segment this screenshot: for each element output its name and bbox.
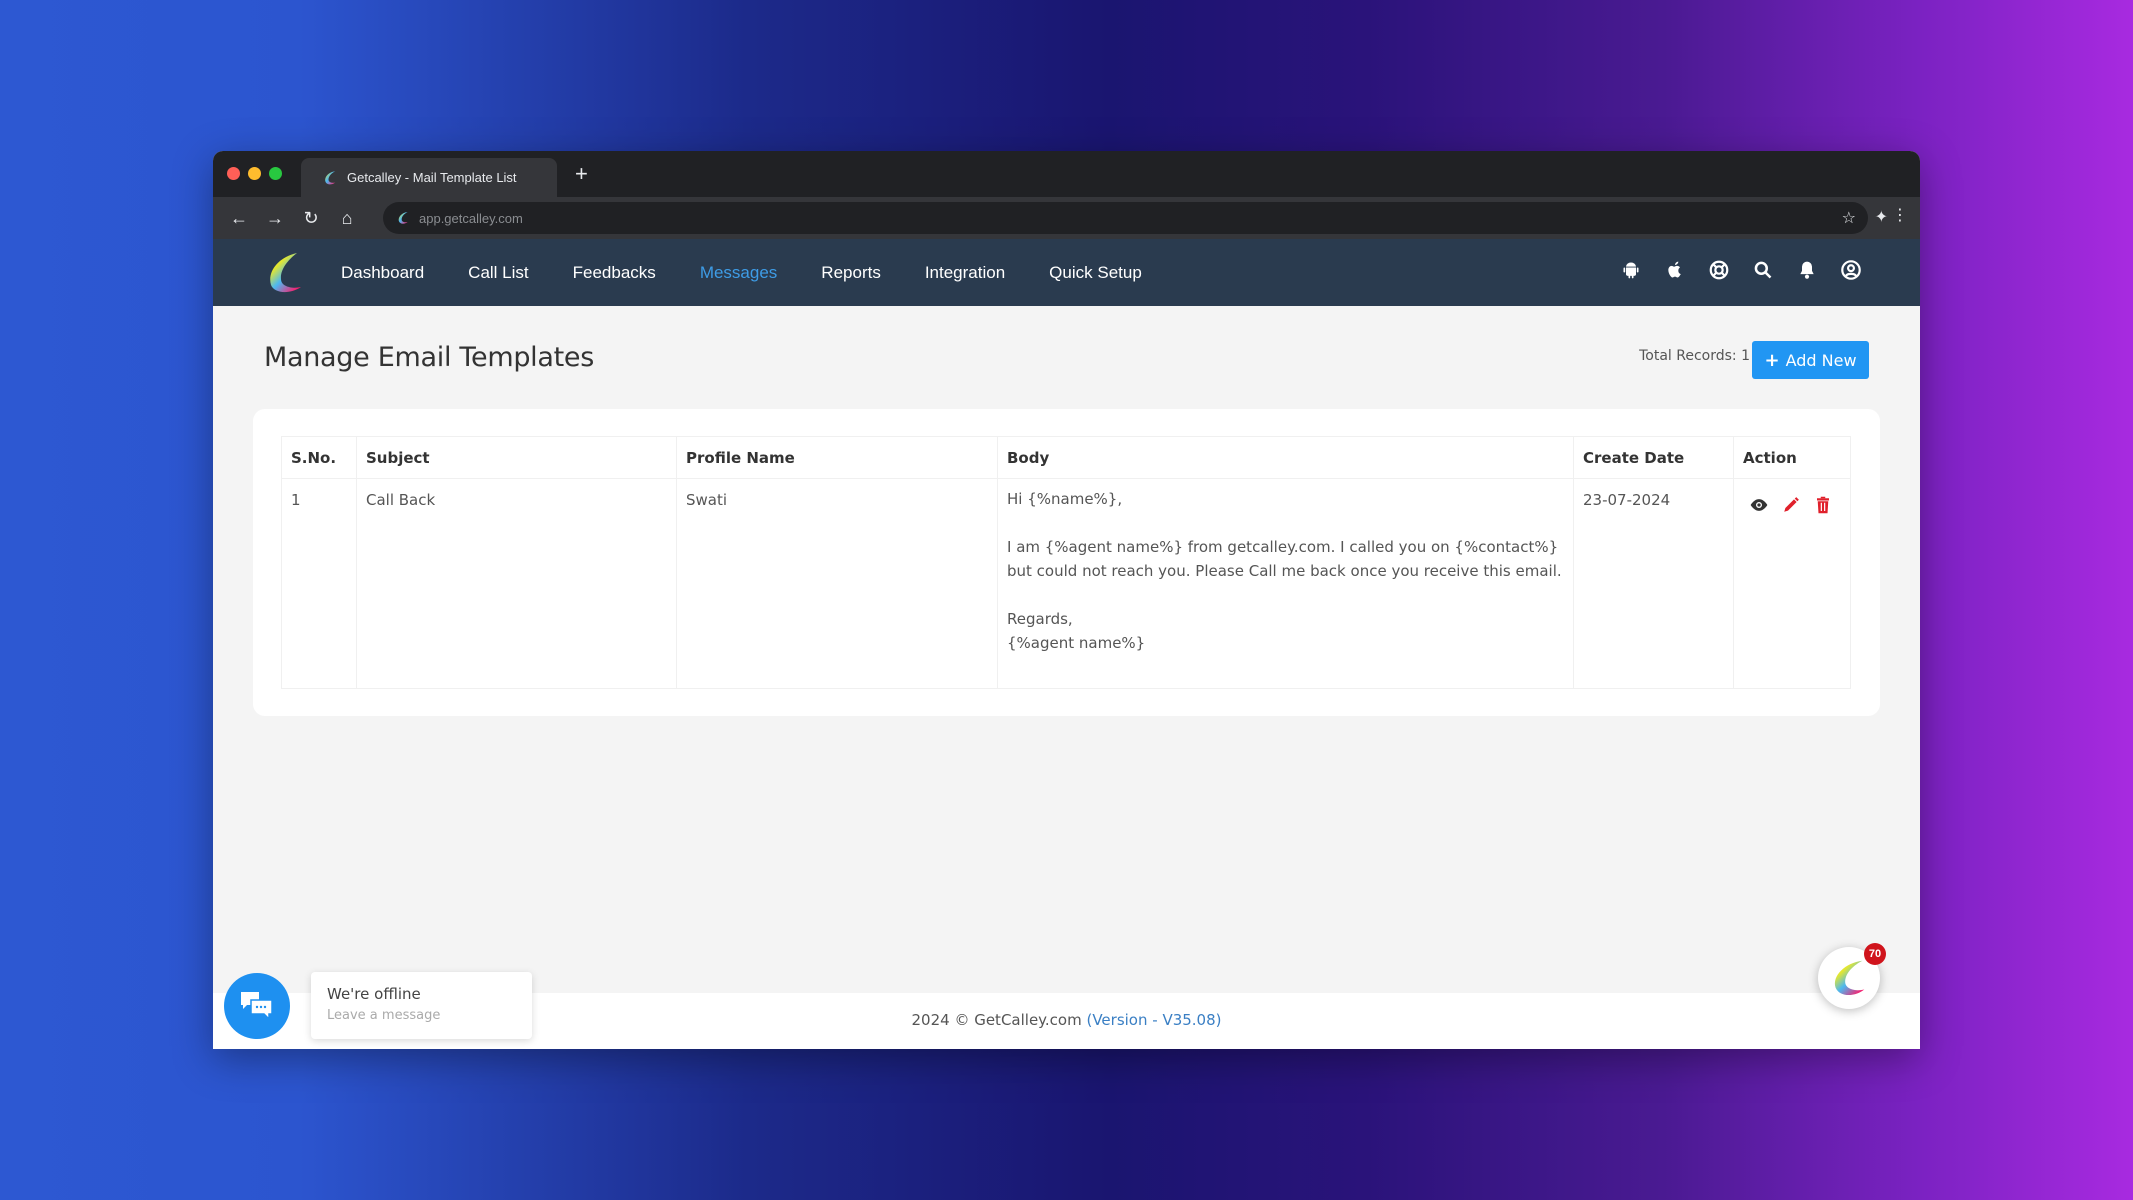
cell-body: Hi {%name%}, I am {%agent name%} from ge…: [997, 478, 1574, 689]
header-create-date: Create Date: [1573, 436, 1734, 479]
delete-icon[interactable]: [1813, 495, 1833, 515]
android-icon[interactable]: [1620, 259, 1642, 281]
chat-status-bubble[interactable]: We're offline Leave a message: [311, 972, 532, 1039]
cell-profile-name: Swati: [676, 478, 998, 689]
notification-badge: 70: [1864, 943, 1886, 965]
nav-dashboard[interactable]: Dashboard: [319, 263, 446, 283]
new-tab-button[interactable]: +: [575, 161, 588, 187]
search-icon[interactable]: [1752, 259, 1774, 281]
window-controls: [227, 167, 282, 180]
templates-card: S.No. Subject Profile Name Body Create D…: [253, 409, 1880, 716]
plus-icon: +: [1764, 349, 1780, 371]
home-icon[interactable]: ⌂: [329, 208, 365, 229]
forward-arrow-icon[interactable]: →: [257, 208, 293, 229]
url-input[interactable]: app.getcalley.com ☆: [383, 202, 1868, 234]
header-subject: Subject: [356, 436, 677, 479]
main-menu: Dashboard Call List Feedbacks Messages R…: [319, 263, 1164, 283]
maximize-window-button[interactable]: [269, 167, 282, 180]
cell-action: [1733, 478, 1851, 689]
add-new-button[interactable]: + Add New: [1752, 341, 1869, 379]
getcalley-logo-icon: [1834, 960, 1865, 996]
getcalley-logo-icon: [325, 170, 336, 184]
page-title: Manage Email Templates: [264, 342, 594, 373]
site-favicon-icon: [398, 212, 408, 224]
header-body: Body: [997, 436, 1574, 479]
table-header-row: S.No. Subject Profile Name Body Create D…: [281, 436, 1851, 479]
apple-icon[interactable]: [1664, 259, 1686, 281]
nav-messages[interactable]: Messages: [678, 263, 799, 283]
page-content: Manage Email Templates Total Records: 1 …: [213, 306, 1920, 1049]
nav-call-list[interactable]: Call List: [446, 263, 550, 283]
view-icon[interactable]: [1749, 495, 1769, 515]
header-sno: S.No.: [281, 436, 357, 479]
version-link[interactable]: (Version - V35.08): [1086, 1011, 1221, 1029]
chat-icon: [241, 992, 273, 1021]
star-icon[interactable]: ☆: [1842, 208, 1856, 228]
more-icon[interactable]: ⋮: [1892, 205, 1908, 225]
getcalley-logo-icon[interactable]: [261, 249, 309, 297]
header-action: Action: [1733, 436, 1851, 479]
nav-integration[interactable]: Integration: [903, 263, 1027, 283]
templates-table: S.No. Subject Profile Name Body Create D…: [281, 436, 1851, 689]
header-profile-name: Profile Name: [676, 436, 998, 479]
nav-feedbacks[interactable]: Feedbacks: [551, 263, 678, 283]
user-icon[interactable]: [1840, 259, 1862, 281]
chat-title: We're offline: [327, 985, 421, 1003]
bell-icon[interactable]: [1796, 259, 1818, 281]
url-text: app.getcalley.com: [419, 210, 523, 226]
extensions-icon[interactable]: ✦: [1875, 207, 1888, 227]
total-records: Total Records: 1: [1639, 348, 1750, 364]
table-row: 1 Call Back Swati Hi {%name%}, I am {%ag…: [281, 478, 1851, 689]
nav-reports[interactable]: Reports: [799, 263, 903, 283]
copyright-text: 2024 © GetCalley.com: [911, 1011, 1087, 1029]
cell-subject: Call Back: [356, 478, 677, 689]
minimize-window-button[interactable]: [248, 167, 261, 180]
floating-app-button[interactable]: 70: [1818, 943, 1886, 1009]
address-bar: ← → ↻ ⌂ app.getcalley.com ☆ ✦ ⋮: [213, 197, 1920, 239]
back-arrow-icon[interactable]: ←: [221, 208, 257, 229]
edit-icon[interactable]: [1781, 495, 1801, 515]
close-window-button[interactable]: [227, 167, 240, 180]
nav-quick-setup[interactable]: Quick Setup: [1027, 263, 1164, 283]
app-navbar: Dashboard Call List Feedbacks Messages R…: [213, 239, 1920, 306]
chat-subtitle: Leave a message: [327, 1008, 441, 1023]
browser-window: Getcalley - Mail Template List + ← → ↻ ⌂…: [213, 151, 1920, 1049]
tab-title: Getcalley - Mail Template List: [347, 170, 517, 185]
chat-widget-button[interactable]: [224, 973, 290, 1039]
add-new-label: Add New: [1785, 350, 1857, 370]
reload-icon[interactable]: ↻: [293, 208, 329, 229]
tab-bar: Getcalley - Mail Template List +: [213, 151, 1920, 197]
browser-tab[interactable]: Getcalley - Mail Template List: [301, 158, 557, 197]
support-icon[interactable]: [1708, 259, 1730, 281]
cell-sno: 1: [281, 478, 357, 689]
cell-create-date: 23-07-2024: [1573, 478, 1734, 689]
body-text: Hi {%name%}, I am {%agent name%} from ge…: [1007, 490, 1562, 652]
